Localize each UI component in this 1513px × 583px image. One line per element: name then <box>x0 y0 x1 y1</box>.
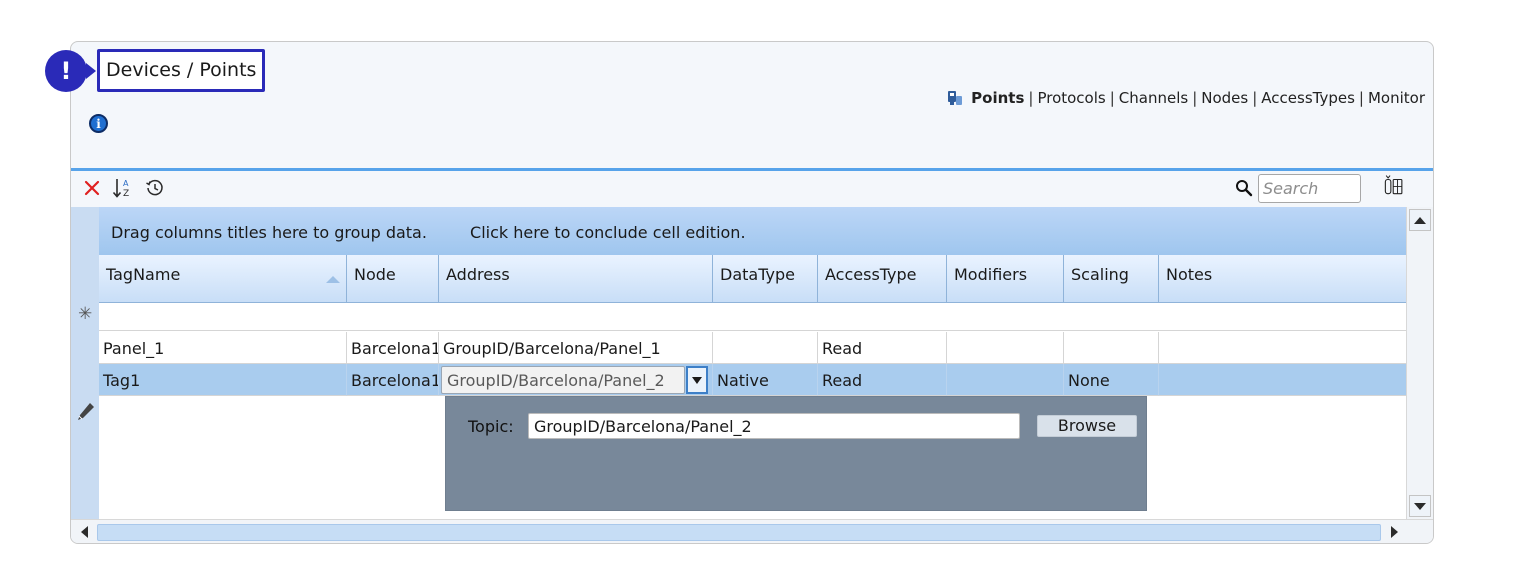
delete-icon[interactable] <box>81 177 103 199</box>
svg-text:A: A <box>123 179 129 188</box>
column-header-label: AccessType <box>825 265 917 284</box>
arrow-up-icon <box>1414 216 1426 224</box>
module-nav: Points | Protocols | Channels | Nodes | … <box>947 89 1425 107</box>
column-header-node[interactable]: Node <box>347 255 439 303</box>
group-panel[interactable]: Drag columns titles here to group data. … <box>99 207 1408 255</box>
browse-button[interactable]: Browse <box>1037 415 1137 437</box>
grid-header-row: TagName Node Address DataType AccessType… <box>99 255 1408 303</box>
column-header-label: Notes <box>1166 265 1213 284</box>
scrollbar-corner <box>1406 519 1433 543</box>
cell-address[interactable]: GroupID/Barcelona/Panel_2 <box>439 364 713 396</box>
arrow-down-icon <box>1414 502 1426 510</box>
alert-glyph: ! <box>60 57 72 85</box>
search-icon[interactable] <box>1233 177 1255 199</box>
cell-address[interactable]: GroupID/Barcelona/Panel_1 <box>439 332 713 364</box>
column-header-tagname[interactable]: TagName <box>99 255 347 303</box>
cell-modifiers[interactable] <box>947 332 1064 364</box>
address-editor-input[interactable]: GroupID/Barcelona/Panel_2 <box>441 366 686 394</box>
column-header-label: Scaling <box>1071 265 1129 284</box>
cell-notes[interactable] <box>1159 332 1408 364</box>
new-row-icon: ✳ <box>78 304 93 324</box>
cell-accesstype[interactable]: Read <box>818 332 947 364</box>
cell-node[interactable]: Barcelona1 <box>347 332 439 364</box>
grid-toolbar: A Z <box>71 171 1433 207</box>
nav-separator: | <box>1192 89 1198 107</box>
search-box <box>1258 174 1361 203</box>
column-header-datatype[interactable]: DataType <box>713 255 818 303</box>
nav-separator: | <box>1358 89 1364 107</box>
cell-tagname[interactable]: Panel_1 <box>99 332 347 364</box>
column-header-label: TagName <box>106 265 181 284</box>
table-row-editing[interactable]: Tag1 Barcelona1 GroupID/Barcelona/Panel_… <box>99 364 1408 396</box>
scroll-down-button[interactable] <box>1409 495 1431 517</box>
sort-ascending-icon <box>326 276 340 283</box>
nav-separator: | <box>1028 89 1034 107</box>
column-header-modifiers[interactable]: Modifiers <box>947 255 1064 303</box>
column-header-label: Node <box>354 265 396 284</box>
vertical-scrollbar[interactable] <box>1406 207 1433 519</box>
sort-icon[interactable]: A Z <box>112 177 134 199</box>
topic-input[interactable]: GroupID/Barcelona/Panel_2 <box>528 413 1020 439</box>
cell-datatype[interactable]: Native <box>713 364 818 396</box>
column-chooser-icon[interactable] <box>1383 174 1405 196</box>
column-header-accesstype[interactable]: AccessType <box>818 255 947 303</box>
nav-points[interactable]: Points <box>971 89 1024 107</box>
info-icon[interactable]: i <box>89 114 108 133</box>
history-icon[interactable] <box>144 177 166 199</box>
alert-badge-icon: ! <box>45 50 96 92</box>
conclude-edit-hint[interactable]: Click here to conclude cell edition. <box>470 223 746 242</box>
group-hint: Drag columns titles here to group data. <box>111 223 427 242</box>
arrow-right-icon <box>1390 526 1398 538</box>
horizontal-scrollbar[interactable] <box>71 519 1408 543</box>
address-editor: GroupID/Barcelona/Panel_2 <box>441 365 708 395</box>
address-dropdown-button[interactable] <box>686 366 708 394</box>
chevron-down-icon <box>692 376 703 384</box>
info-glyph: i <box>96 116 101 131</box>
edit-pencil-icon <box>76 401 96 427</box>
column-header-label: Modifiers <box>954 265 1028 284</box>
nav-accesstypes[interactable]: AccessTypes <box>1261 89 1355 107</box>
column-header-address[interactable]: Address <box>439 255 713 303</box>
table-row[interactable]: Panel_1 Barcelona1 GroupID/Barcelona/Pan… <box>99 332 1408 364</box>
cell-modifiers[interactable] <box>947 364 1064 396</box>
cell-scaling[interactable]: None <box>1064 364 1159 396</box>
arrow-left-icon <box>80 526 88 538</box>
address-popup: Topic: GroupID/Barcelona/Panel_2 Browse <box>445 396 1147 511</box>
column-header-scaling[interactable]: Scaling <box>1064 255 1159 303</box>
cell-tagname[interactable]: Tag1 <box>99 364 347 396</box>
new-row[interactable] <box>99 303 1408 331</box>
nav-channels[interactable]: Channels <box>1119 89 1188 107</box>
nav-protocols[interactable]: Protocols <box>1037 89 1105 107</box>
nav-nodes[interactable]: Nodes <box>1201 89 1248 107</box>
nav-separator: | <box>1252 89 1258 107</box>
cell-accesstype[interactable]: Read <box>818 364 947 396</box>
topic-label: Topic: <box>468 417 514 436</box>
column-header-label: Address <box>446 265 510 284</box>
cell-node[interactable]: Barcelona1 <box>347 364 439 396</box>
cell-scaling[interactable] <box>1064 332 1159 364</box>
search-input[interactable] <box>1258 174 1361 203</box>
svg-text:Z: Z <box>123 189 129 199</box>
cell-notes[interactable] <box>1159 364 1408 396</box>
points-icon <box>948 91 963 105</box>
column-header-notes[interactable]: Notes <box>1159 255 1408 303</box>
nav-monitor[interactable]: Monitor <box>1368 89 1425 107</box>
cell-datatype[interactable] <box>713 332 818 364</box>
horizontal-scroll-thumb[interactable] <box>97 524 1381 541</box>
row-indicator-column <box>71 207 99 519</box>
nav-separator: | <box>1109 89 1115 107</box>
scroll-left-button[interactable] <box>73 521 95 543</box>
page-title: Devices / Points <box>97 49 266 92</box>
column-header-label: DataType <box>720 265 795 284</box>
scroll-up-button[interactable] <box>1409 209 1431 231</box>
scroll-right-button[interactable] <box>1383 521 1405 543</box>
points-panel: Points | Protocols | Channels | Nodes | … <box>70 41 1434 544</box>
